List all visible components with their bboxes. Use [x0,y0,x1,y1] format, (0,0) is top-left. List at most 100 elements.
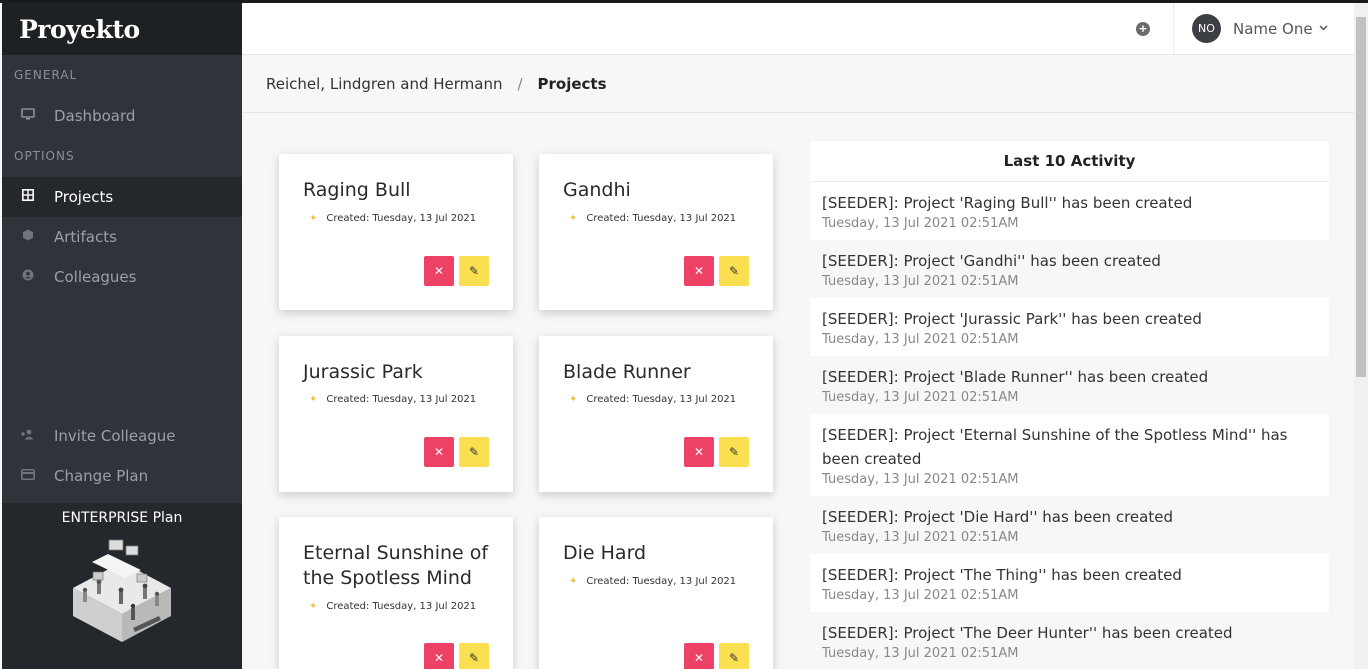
sidebar-item-projects[interactable]: Projects [2,177,242,217]
edit-button[interactable]: ✎ [459,437,489,467]
sidebar-item-label: Dashboard [54,107,136,125]
sparkle-icon: ✦ [309,394,318,405]
project-card[interactable]: Jurassic Park ✦ Created: Tuesday, 13 Jul… [279,336,513,492]
sidebar-item-label: Change Plan [54,467,149,485]
project-created: ✦ Created: Tuesday, 13 Jul 2021 [569,394,736,405]
project-created: ✦ Created: Tuesday, 13 Jul 2021 [309,394,476,405]
chevron-down-icon [1319,23,1328,34]
activity-title: Last 10 Activity [810,141,1329,182]
breadcrumb-current: Projects [537,75,607,93]
user-plus-icon [2,429,54,444]
activity-panel: Last 10 Activity [SEEDER]: Project 'Ragi… [810,141,1329,669]
project-card[interactable]: Eternal Sunshine of the Spotless Mind ✦ … [279,517,513,669]
sparkle-icon: ✦ [569,394,578,405]
edit-button[interactable]: ✎ [459,643,489,669]
activity-text: [SEEDER]: Project 'Jurassic Park'' has b… [822,310,1202,328]
activity-date: Tuesday, 13 Jul 2021 02:51AM [822,216,1019,231]
sidebar-item-artifacts[interactable]: Artifacts [2,217,242,257]
activity-item: [SEEDER]: Project 'Jurassic Park'' has b… [810,298,1329,356]
activity-text: [SEEDER]: Project 'Die Hard'' has been c… [822,508,1173,526]
credit-card-icon [2,468,54,484]
project-created-text: Created: Tuesday, 13 Jul 2021 [586,576,737,587]
user-name: Name One [1233,19,1313,38]
grid-icon [2,189,54,205]
sidebar-item-dashboard[interactable]: Dashboard [2,96,242,136]
activity-text: [SEEDER]: Project 'Blade Runner'' has be… [822,368,1209,386]
activity-item: [SEEDER]: Project 'Raging Bull'' has bee… [810,182,1329,240]
delete-button[interactable]: ✕ [424,643,454,669]
sparkle-icon: ✦ [569,576,578,587]
sidebar-item-label: Artifacts [54,228,117,246]
sidebar-item-label: Projects [54,188,114,206]
activity-text: [SEEDER]: Project 'The Thing'' has been … [822,566,1182,584]
project-title[interactable]: Gandhi [563,178,753,203]
project-card[interactable]: Die Hard ✦ Created: Tuesday, 13 Jul 2021… [539,517,773,669]
plus-circle-icon[interactable]: + [1136,22,1150,36]
office-illustration [73,539,171,642]
monitor-icon [2,108,54,124]
delete-button[interactable]: ✕ [424,256,454,286]
activity-item: [SEEDER]: Project 'Eternal Sunshine of t… [810,414,1329,496]
sidebar-item-colleagues[interactable]: Colleagues [2,257,242,297]
delete-button[interactable]: ✕ [684,437,714,467]
project-created: ✦ Created: Tuesday, 13 Jul 2021 [309,601,476,612]
sidebar: Proyekto GENERAL Dashboard OPTIONS Proje… [2,3,242,669]
edit-button[interactable]: ✎ [459,256,489,286]
page-scrollbar[interactable] [1354,3,1368,669]
user-menu[interactable]: NO Name One [1192,14,1328,43]
activity-list: [SEEDER]: Project 'Raging Bull'' has bee… [810,182,1329,669]
breadcrumb-separator: / [517,75,523,93]
project-created-text: Created: Tuesday, 13 Jul 2021 [326,601,477,612]
project-title[interactable]: Jurassic Park [303,360,493,385]
delete-button[interactable]: ✕ [684,256,714,286]
project-title[interactable]: Raging Bull [303,178,493,203]
sparkle-icon: ✦ [309,601,318,612]
delete-button[interactable]: ✕ [424,437,454,467]
avatar: NO [1192,14,1221,43]
sparkle-icon: ✦ [309,213,318,224]
brand-name: Proyekto [19,14,140,44]
activity-item: [SEEDER]: Project 'The Deer Hunter'' has… [810,612,1329,669]
edit-button[interactable]: ✎ [719,643,749,669]
sidebar-item-invite-colleague[interactable]: Invite Colleague [2,416,242,456]
activity-date: Tuesday, 13 Jul 2021 02:51AM [822,530,1019,545]
activity-text: [SEEDER]: Project 'Eternal Sunshine of t… [822,426,1288,468]
project-card[interactable]: Gandhi ✦ Created: Tuesday, 13 Jul 2021 ✕… [539,154,773,310]
top-bar: + NO Name One [242,3,1354,55]
project-created: ✦ Created: Tuesday, 13 Jul 2021 [569,213,736,224]
edit-button[interactable]: ✎ [719,256,749,286]
activity-item: [SEEDER]: Project 'Die Hard'' has been c… [810,496,1329,554]
sidebar-section-general: GENERAL [14,68,78,82]
project-created-text: Created: Tuesday, 13 Jul 2021 [586,213,737,224]
project-card[interactable]: Blade Runner ✦ Created: Tuesday, 13 Jul … [539,336,773,492]
activity-date: Tuesday, 13 Jul 2021 02:51AM [822,646,1019,661]
project-created: ✦ Created: Tuesday, 13 Jul 2021 [309,213,476,224]
sidebar-item-label: Invite Colleague [54,427,176,445]
delete-button[interactable]: ✕ [684,643,714,669]
topbar-divider [1173,3,1174,55]
project-title[interactable]: Eternal Sunshine of the Spotless Mind [303,541,493,591]
project-title[interactable]: Blade Runner [563,360,753,385]
edit-button[interactable]: ✎ [719,437,749,467]
activity-date: Tuesday, 13 Jul 2021 02:51AM [822,472,1019,487]
project-created-text: Created: Tuesday, 13 Jul 2021 [326,213,477,224]
user-circle-icon [2,269,54,285]
sidebar-item-change-plan[interactable]: Change Plan [2,456,242,496]
brand-logo[interactable]: Proyekto [2,3,242,55]
sidebar-item-label: Colleagues [54,268,137,286]
activity-item: [SEEDER]: Project 'Gandhi'' has been cre… [810,240,1329,298]
sidebar-section-options: OPTIONS [14,149,75,163]
scrollbar-thumb[interactable] [1356,17,1366,377]
project-created-text: Created: Tuesday, 13 Jul 2021 [586,394,737,405]
activity-date: Tuesday, 13 Jul 2021 02:51AM [822,274,1019,289]
project-title[interactable]: Die Hard [563,541,753,566]
breadcrumb-parent[interactable]: Reichel, Lindgren and Hermann [266,75,502,93]
plan-panel: ENTERPRISE Plan [2,503,242,669]
project-card[interactable]: Raging Bull ✦ Created: Tuesday, 13 Jul 2… [279,154,513,310]
activity-date: Tuesday, 13 Jul 2021 02:51AM [822,588,1019,603]
breadcrumb: Reichel, Lindgren and Hermann / Projects [242,56,1354,113]
activity-text: [SEEDER]: Project 'The Deer Hunter'' has… [822,624,1233,642]
hexagon-icon [2,229,54,245]
sparkle-icon: ✦ [569,213,578,224]
activity-text: [SEEDER]: Project 'Raging Bull'' has bee… [822,194,1193,212]
